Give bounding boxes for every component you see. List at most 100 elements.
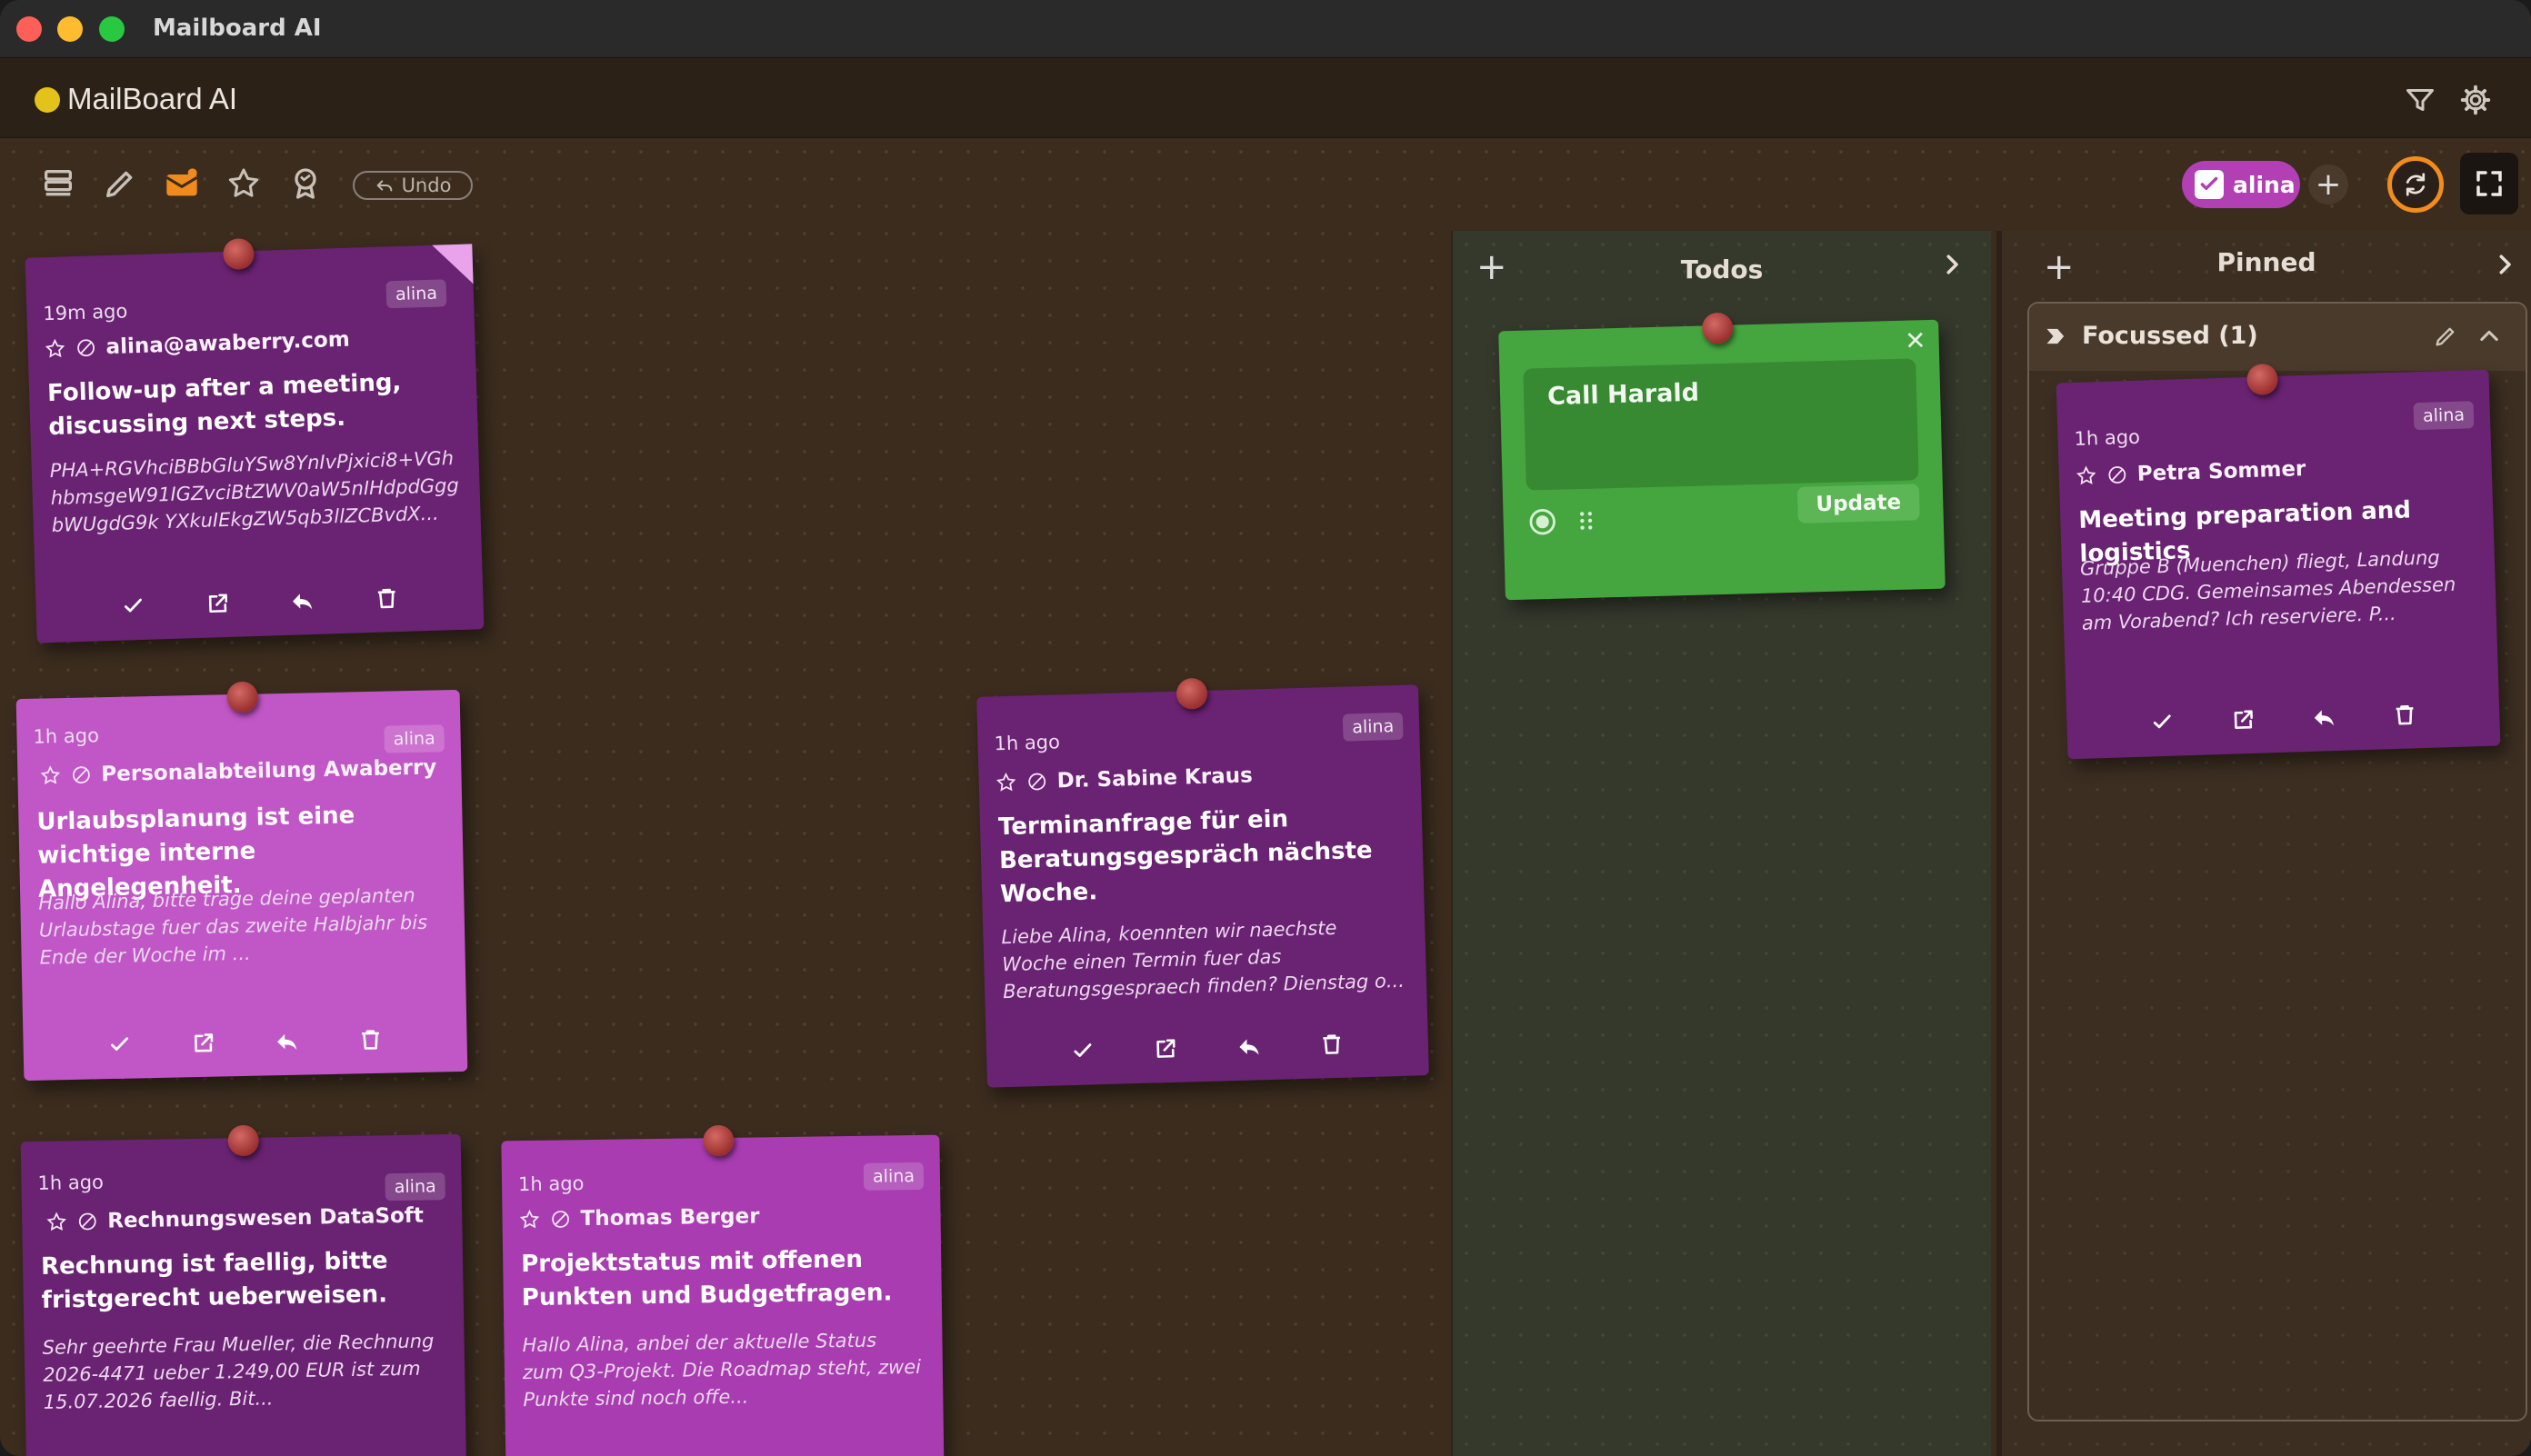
note-actions	[986, 1028, 1429, 1068]
trash-icon[interactable]	[372, 584, 400, 613]
note-user-badge: alina	[385, 1172, 445, 1202]
reply-icon[interactable]	[1235, 1032, 1263, 1061]
note-sender-row: Thomas Berger	[518, 1204, 760, 1232]
email-note[interactable]: 1h ago alina Petra Sommer Meeting prepar…	[2056, 363, 2501, 760]
reply-icon[interactable]	[2309, 703, 2337, 732]
trash-icon[interactable]	[2390, 701, 2418, 729]
trash-icon[interactable]	[1318, 1031, 1346, 1059]
chevron-right-icon[interactable]	[2491, 251, 2518, 278]
note-actions	[35, 582, 484, 623]
note-subject: Terminanfrage für ein Beratungsgespräch …	[997, 805, 1373, 909]
pin-icon	[226, 681, 259, 713]
open-external-icon[interactable]	[189, 1030, 217, 1058]
email-note[interactable]: 1h ago alina Dr. Sabine Kraus Terminanfr…	[976, 677, 1429, 1088]
app-logo-icon	[35, 87, 60, 113]
pencil-icon[interactable]	[102, 165, 138, 202]
note-preview: Hallo Alina, anbei der aktuelle Status z…	[522, 1329, 922, 1411]
user-filter-chip[interactable]: alina	[2182, 161, 2300, 208]
check-icon[interactable]	[105, 1032, 134, 1060]
pinned-column-title: Pinned	[2216, 247, 2316, 277]
gear-icon[interactable]	[2459, 84, 2492, 116]
award-icon[interactable]	[287, 165, 324, 202]
note-time: 1h ago	[2074, 425, 2141, 450]
block-icon[interactable]	[2106, 464, 2128, 486]
title-bar: Mailboard AI	[0, 0, 2531, 58]
note-time: 1h ago	[37, 1171, 105, 1194]
block-icon[interactable]	[70, 763, 92, 785]
note-subject: Projektstatus mit offenen Punkten und Bu…	[521, 1245, 893, 1312]
check-icon[interactable]	[2147, 709, 2176, 737]
star-icon[interactable]	[2075, 464, 2097, 487]
fullscreen-icon	[2475, 169, 2504, 198]
zoom-window-button[interactable]	[99, 16, 125, 42]
add-user-button[interactable]: +	[2308, 165, 2348, 204]
star-icon[interactable]	[995, 772, 1017, 794]
update-button[interactable]: Update	[1796, 484, 1920, 524]
note-actions	[23, 1024, 467, 1061]
minimize-window-button[interactable]	[57, 16, 83, 42]
close-icon[interactable]: ✕	[1905, 325, 1926, 356]
close-window-button[interactable]	[16, 16, 42, 42]
block-icon[interactable]	[76, 1211, 98, 1232]
palette-icon[interactable]	[1526, 506, 1558, 538]
note-sender: Petra Sommer	[2136, 457, 2306, 486]
sync-button[interactable]	[2387, 156, 2444, 213]
undo-label: Undo	[401, 175, 452, 196]
note-time: 1h ago	[994, 731, 1061, 755]
layout-icon[interactable]	[40, 165, 76, 202]
star-icon[interactable]	[44, 337, 66, 360]
note-user-badge: alina	[385, 279, 447, 309]
reply-icon[interactable]	[288, 587, 316, 615]
note-sender: Thomas Berger	[580, 1204, 760, 1232]
star-icon[interactable]	[39, 764, 61, 786]
note-preview: Hallo Alina, bitte trage deine geplanten…	[38, 884, 428, 969]
email-note[interactable]: 1h ago alina Thomas Berger Projektstatus…	[501, 1124, 945, 1456]
note-sender-row: alina@awaberry.com	[44, 328, 350, 362]
star-icon[interactable]	[518, 1209, 540, 1231]
email-note[interactable]: 19m ago alina alina@awaberry.com Follow-…	[25, 237, 485, 643]
note-time: 1h ago	[517, 1172, 585, 1196]
note-sender-row: Dr. Sabine Kraus	[995, 763, 1253, 794]
pin-icon	[1701, 312, 1734, 344]
pin-icon	[703, 1124, 735, 1157]
check-icon[interactable]	[1068, 1037, 1096, 1065]
star-icon[interactable]	[225, 165, 262, 202]
note-sender: alina@awaberry.com	[105, 327, 351, 360]
note-preview: Gruppe B (Muenchen) fliegt, Landung 10:4…	[2079, 546, 2456, 634]
email-note[interactable]: 1h ago alina Personalabteilung Awaberry …	[15, 681, 468, 1082]
fullscreen-button[interactable]	[2460, 153, 2518, 214]
chevron-right-icon[interactable]	[1938, 251, 1966, 278]
focussed-group-header[interactable]: Focussed (1)	[2029, 304, 2526, 371]
block-icon[interactable]	[75, 336, 97, 359]
pin-icon	[2246, 363, 2279, 395]
edit-icon[interactable]	[2433, 324, 2458, 349]
filter-icon[interactable]	[2404, 84, 2436, 116]
note-time: 19m ago	[43, 300, 128, 325]
checkbox-checked-icon	[2195, 170, 2224, 199]
pin-icon	[1175, 677, 1208, 710]
open-external-icon[interactable]	[204, 590, 232, 618]
drag-handle-icon[interactable]	[1574, 509, 1598, 534]
chevron-up-icon[interactable]	[2476, 324, 2502, 349]
open-external-icon[interactable]	[2228, 706, 2256, 734]
check-icon[interactable]	[119, 593, 147, 621]
block-icon[interactable]	[1025, 771, 1048, 793]
undo-button[interactable]: Undo	[353, 171, 473, 200]
reply-icon[interactable]	[273, 1028, 301, 1056]
note-preview: Liebe Alina, koennten wir naechste Woche…	[1001, 916, 1406, 1003]
pin-icon	[227, 1124, 260, 1157]
undo-icon	[375, 175, 395, 195]
open-external-icon[interactable]	[1152, 1035, 1180, 1063]
note-sender-row: Personalabteilung Awaberry	[39, 755, 437, 787]
trash-icon[interactable]	[356, 1026, 385, 1054]
app-header: MailBoard AI	[0, 58, 2531, 138]
email-note[interactable]: 1h ago alina Rechnungswesen DataSoft Rec…	[20, 1124, 467, 1456]
mail-icon[interactable]	[164, 165, 200, 202]
todo-text-input[interactable]: Call Harald	[1523, 358, 1919, 491]
todo-note[interactable]: ✕ Call Harald Update	[1498, 312, 1946, 601]
sync-icon	[2402, 171, 2429, 198]
pin-icon	[222, 237, 255, 270]
star-icon[interactable]	[45, 1211, 67, 1232]
note-user-badge: alina	[2413, 401, 2475, 431]
block-icon[interactable]	[549, 1208, 571, 1230]
